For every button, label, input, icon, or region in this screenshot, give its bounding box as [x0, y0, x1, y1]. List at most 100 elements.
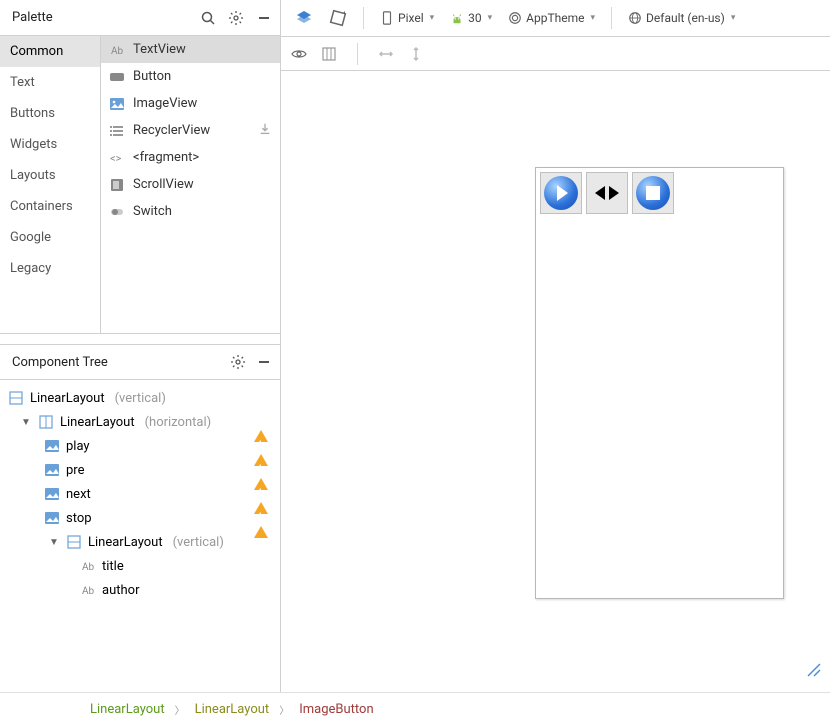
- palette-item-label: ScrollView: [133, 177, 194, 192]
- minimize-icon[interactable]: [256, 10, 272, 26]
- breadcrumb-item[interactable]: LinearLayout: [90, 702, 165, 717]
- component-tree[interactable]: LinearLayout (vertical) ▼ LinearLayout (…: [0, 380, 280, 692]
- arrows-horizontal-icon[interactable]: [378, 46, 394, 62]
- svg-text:Ab: Ab: [82, 562, 95, 573]
- text-icon: Ab: [80, 582, 96, 598]
- tree-node-label: LinearLayout: [88, 535, 163, 550]
- palette-item-switch[interactable]: Switch: [101, 198, 280, 225]
- tree-node-label: LinearLayout: [60, 415, 135, 430]
- tree-node-suffix: (horizontal): [145, 415, 212, 430]
- palette-item-label: ImageView: [133, 96, 197, 111]
- tree-node-label: play: [66, 439, 90, 454]
- palette-item-label: Button: [133, 69, 171, 84]
- palette-title: Palette: [12, 10, 200, 25]
- api-label: 30: [468, 11, 482, 25]
- tree-node-linearlayout-root[interactable]: LinearLayout (vertical): [4, 386, 276, 410]
- device-preview[interactable]: [535, 167, 784, 599]
- warning-icon[interactable]: [254, 463, 268, 478]
- theme-label: AppTheme: [526, 11, 584, 25]
- image-icon: [44, 486, 60, 502]
- textview-icon: Ab: [109, 42, 125, 58]
- list-icon: [109, 123, 125, 139]
- preview-play-button[interactable]: [540, 172, 582, 214]
- chevron-down-icon: ▾: [591, 13, 596, 23]
- image-icon: [44, 462, 60, 478]
- tree-node-pre[interactable]: pre: [4, 458, 276, 482]
- resize-handle-icon[interactable]: [802, 658, 822, 682]
- warning-icon[interactable]: [254, 487, 268, 502]
- palette-item-scrollview[interactable]: ScrollView: [101, 171, 280, 198]
- tree-node-play[interactable]: play: [4, 434, 276, 458]
- tree-node-linearlayout-h[interactable]: ▼ LinearLayout (horizontal): [4, 410, 276, 434]
- palette-category-containers[interactable]: Containers: [0, 191, 100, 222]
- palette-category-google[interactable]: Google: [0, 222, 100, 253]
- palette-categories: Common Text Buttons Widgets Layouts Cont…: [0, 36, 100, 333]
- palette-category-text[interactable]: Text: [0, 67, 100, 98]
- palette-category-legacy[interactable]: Legacy: [0, 253, 100, 284]
- breadcrumb-item[interactable]: ImageButton: [299, 702, 373, 717]
- locale-label: Default (en-us): [646, 11, 725, 25]
- warning-icon[interactable]: [254, 415, 268, 430]
- palette-category-buttons[interactable]: Buttons: [0, 98, 100, 129]
- palette-category-widgets[interactable]: Widgets: [0, 129, 100, 160]
- preview-stop-button[interactable]: [632, 172, 674, 214]
- preview-prev-next-button[interactable]: [586, 172, 628, 214]
- download-icon[interactable]: [258, 122, 272, 140]
- arrows-vertical-icon[interactable]: [408, 46, 424, 62]
- locale-selector[interactable]: Default (en-us) ▾: [622, 8, 741, 28]
- warning-icon[interactable]: [254, 511, 268, 526]
- image-icon: [109, 96, 125, 112]
- tree-node-author[interactable]: Ab author: [4, 578, 276, 602]
- palette-item-recyclerview[interactable]: RecyclerView: [101, 117, 280, 144]
- design-canvas[interactable]: [281, 71, 830, 692]
- api-selector[interactable]: 30 ▾: [444, 8, 498, 28]
- grid-icon[interactable]: [321, 46, 337, 62]
- tree-node-linearlayout-v2[interactable]: ▼ LinearLayout (vertical): [4, 530, 276, 554]
- layout-horizontal-icon: [38, 414, 54, 430]
- tree-node-title[interactable]: Ab title: [4, 554, 276, 578]
- breadcrumb-item[interactable]: LinearLayout: [195, 702, 270, 717]
- tree-node-stop[interactable]: stop: [4, 506, 276, 530]
- warning-icon[interactable]: [254, 439, 268, 454]
- svg-text:Ab: Ab: [82, 586, 95, 597]
- chevron-right-icon: 〉: [175, 702, 185, 717]
- orientation-icon[interactable]: [323, 6, 353, 30]
- svg-text:Ab: Ab: [111, 46, 124, 57]
- palette-category-layouts[interactable]: Layouts: [0, 160, 100, 191]
- layout-vertical-icon: [66, 534, 82, 550]
- chevron-down-icon: ▾: [430, 13, 435, 23]
- image-icon: [44, 510, 60, 526]
- tree-node-label: pre: [66, 463, 84, 478]
- gear-icon[interactable]: [228, 10, 244, 26]
- fragment-icon: <>: [109, 150, 125, 166]
- palette-item-textview[interactable]: Ab TextView: [101, 36, 280, 63]
- tree-node-label: author: [102, 583, 139, 598]
- minimize-icon[interactable]: [256, 354, 272, 370]
- palette-item-label: RecyclerView: [133, 123, 210, 138]
- switch-icon: [109, 204, 125, 220]
- palette-item-imageview[interactable]: ImageView: [101, 90, 280, 117]
- device-label: Pixel: [398, 11, 424, 25]
- tree-node-suffix: (vertical): [173, 535, 224, 550]
- tree-node-label: stop: [66, 511, 92, 526]
- image-icon: [44, 438, 60, 454]
- text-icon: Ab: [80, 558, 96, 574]
- chevron-right-icon: 〉: [279, 702, 289, 717]
- theme-selector[interactable]: AppTheme ▾: [502, 8, 601, 28]
- chevron-down-icon: ▾: [488, 13, 493, 23]
- design-surface-icon[interactable]: [289, 6, 319, 30]
- tree-node-next[interactable]: next: [4, 482, 276, 506]
- breadcrumb: LinearLayout 〉 LinearLayout 〉 ImageButto…: [0, 692, 830, 726]
- tree-node-label: LinearLayout: [30, 391, 105, 406]
- palette-item-button[interactable]: Button: [101, 63, 280, 90]
- expand-toggle[interactable]: ▼: [20, 417, 32, 428]
- eye-icon[interactable]: [291, 46, 307, 62]
- palette-item-fragment[interactable]: <> <fragment>: [101, 144, 280, 171]
- view-options-toolbar: [281, 37, 830, 71]
- expand-toggle[interactable]: ▼: [48, 537, 60, 548]
- component-tree-header: Component Tree: [0, 344, 280, 380]
- gear-icon[interactable]: [230, 354, 246, 370]
- palette-category-common[interactable]: Common: [0, 36, 100, 67]
- device-selector[interactable]: Pixel ▾: [374, 8, 440, 28]
- search-icon[interactable]: [200, 10, 216, 26]
